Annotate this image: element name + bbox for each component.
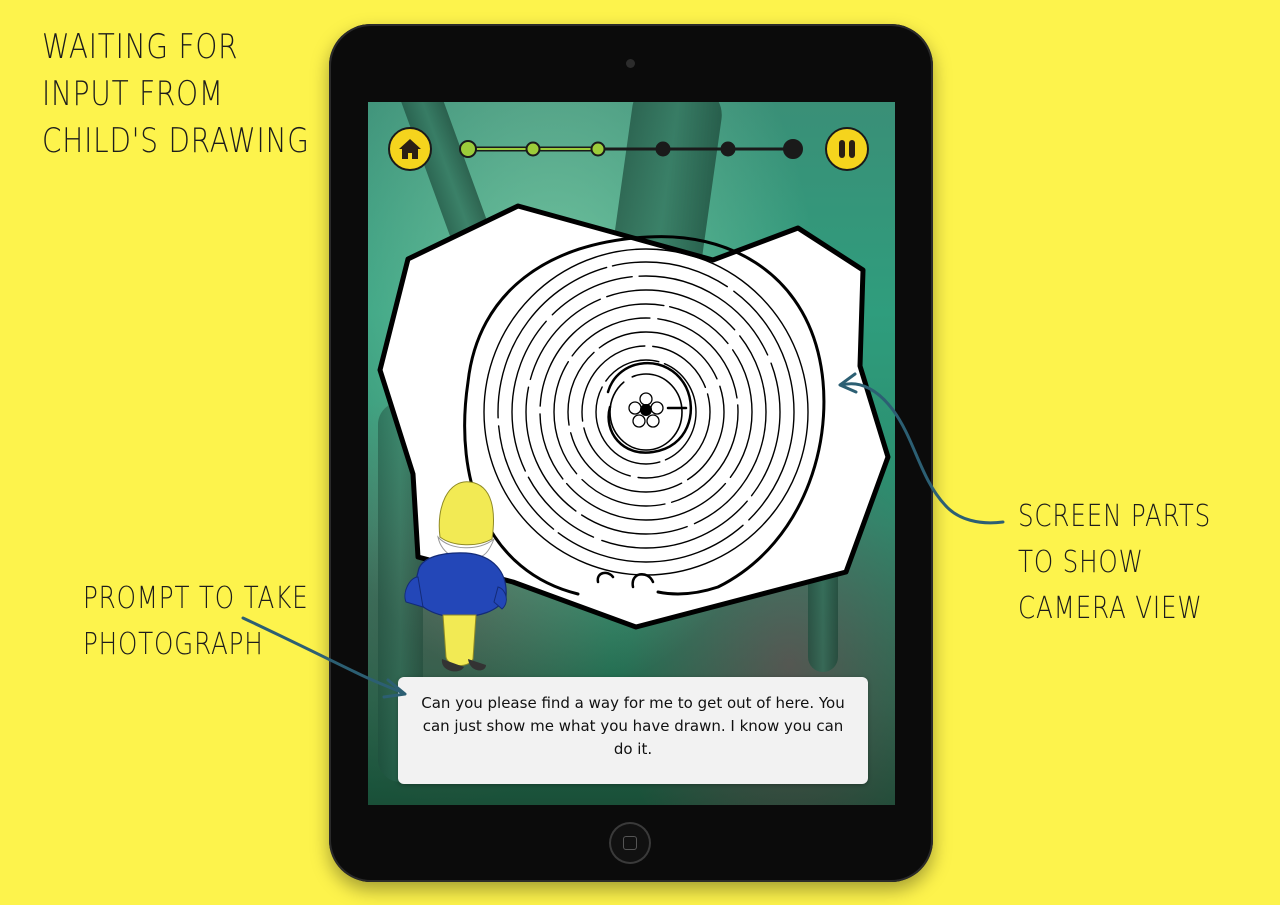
annotation-line: CHILD'S DRAWING	[42, 121, 310, 161]
annotation-prompt-photo: PROMPT TO TAKE PHOTOGRAPH	[83, 576, 309, 668]
annotation-waiting-for-input: WAITING FOR INPUT FROM CHILD'S DRAWING	[42, 24, 310, 165]
progress-step	[783, 139, 803, 159]
annotation-line: PROMPT TO TAKE	[83, 581, 309, 616]
home-button[interactable]	[388, 127, 432, 171]
tablet-device: Can you please find a way for me to get …	[329, 24, 933, 882]
pause-icon	[839, 140, 855, 158]
annotation-camera-view: SCREEN PARTS TO SHOW CAMERA VIEW	[1018, 494, 1211, 632]
character-gnome	[404, 481, 507, 672]
annotation-line: TO SHOW	[1018, 545, 1144, 580]
annotation-line: CAMERA VIEW	[1018, 591, 1203, 626]
pause-button[interactable]	[825, 127, 869, 171]
prompt-text: Can you please find a way for me to get …	[421, 694, 845, 758]
progress-step	[459, 140, 477, 158]
annotation-line: PHOTOGRAPH	[83, 627, 264, 662]
prompt-dialog[interactable]: Can you please find a way for me to get …	[398, 677, 868, 784]
level-progress-bar	[459, 139, 803, 159]
annotation-line: INPUT FROM	[42, 74, 224, 114]
home-icon	[399, 139, 421, 159]
hardware-home-button[interactable]	[611, 824, 649, 862]
progress-step	[720, 141, 736, 157]
front-camera	[626, 59, 635, 68]
progress-step	[655, 141, 671, 157]
progress-step	[525, 141, 541, 157]
app-screen: Can you please find a way for me to get …	[368, 102, 895, 805]
annotation-line: SCREEN PARTS	[1018, 499, 1212, 534]
progress-step	[590, 141, 606, 157]
annotation-line: WAITING FOR	[42, 27, 239, 67]
